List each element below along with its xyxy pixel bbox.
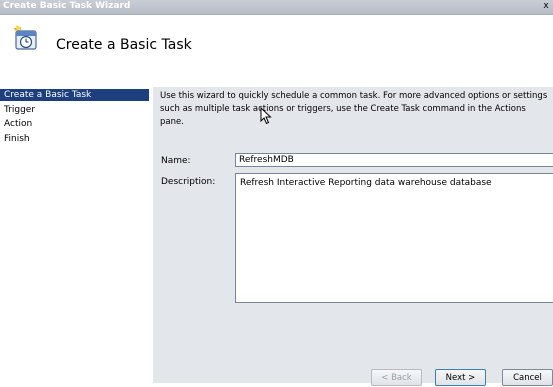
name-label: Name: [161, 156, 191, 166]
mouse-pointer-icon [260, 107, 272, 125]
intro-line-1: Use this wizard to quickly schedule a co… [160, 91, 548, 101]
step-create-basic-task[interactable]: Create a Basic Task [0, 89, 149, 101]
task-scheduler-clock-icon [13, 25, 37, 50]
window-titlebar[interactable]: Create Basic Task Wizard x [0, 0, 553, 15]
next-button[interactable]: Next > [435, 369, 486, 386]
step-finish[interactable]: Finish [0, 133, 149, 145]
intro-line-2: such as multiple task actions or trigger… [160, 104, 526, 127]
page-title: Create a Basic Task [56, 37, 192, 53]
intro-text: Use this wizard to quickly schedule a co… [160, 90, 552, 129]
description-label: Description: [161, 177, 216, 187]
wizard-content: Use this wizard to quickly schedule a co… [153, 87, 553, 386]
description-field[interactable]: Refresh Interactive Reporting data wareh… [235, 173, 553, 303]
name-field[interactable] [235, 153, 553, 167]
step-action[interactable]: Action [0, 118, 149, 130]
step-trigger[interactable]: Trigger [0, 104, 149, 116]
cancel-button[interactable]: Cancel [502, 369, 553, 386]
back-button[interactable]: < Back [371, 369, 422, 386]
wizard-steps-sidebar: Create a Basic Task Trigger Action Finis… [0, 87, 153, 383]
wizard-header: Create a Basic Task [0, 15, 553, 70]
window-title: Create Basic Task Wizard [3, 1, 131, 11]
close-icon[interactable]: x [541, 0, 551, 13]
